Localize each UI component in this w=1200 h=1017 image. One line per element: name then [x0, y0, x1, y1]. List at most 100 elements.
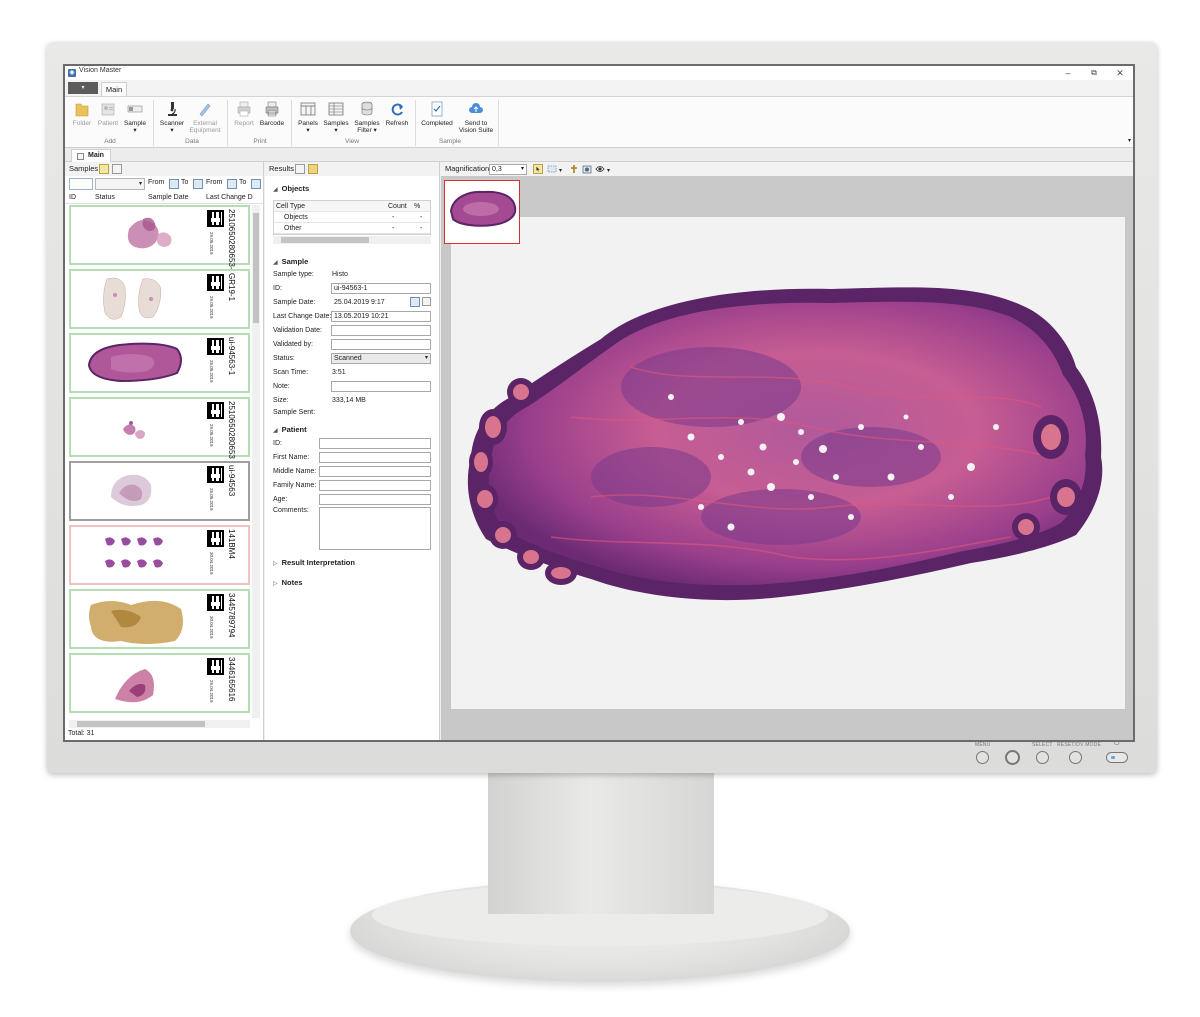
date-picker-icon[interactable] — [422, 297, 431, 306]
calendar-icon[interactable] — [227, 179, 237, 189]
last-change-field[interactable]: 13.05.2019 10:21 — [331, 311, 431, 322]
patient-section-header[interactable]: ◢ Patient — [273, 425, 307, 434]
region-select-icon[interactable] — [547, 164, 557, 174]
column-status[interactable]: Status — [95, 192, 115, 203]
refresh-button[interactable]: Refresh — [383, 100, 411, 127]
magnification-select[interactable]: 0,3 ▾ — [489, 164, 527, 175]
external-equipment-icon — [199, 103, 211, 117]
note-field[interactable] — [331, 381, 431, 392]
power-button[interactable] — [1106, 752, 1128, 763]
monitor-button-select[interactable] — [1036, 751, 1049, 764]
annotation-tool-icon[interactable] — [569, 164, 579, 174]
result-interpretation-section-header[interactable]: ▷ Result Interpretation — [273, 558, 355, 567]
sample-list-item-selected[interactable]: ui-94563 25.05.2019 — [69, 461, 250, 521]
sample-date-field[interactable]: 25.04.2019 9:17 — [331, 297, 407, 308]
printer-icon — [237, 101, 251, 117]
sample-list-item[interactable]: 3446165616 26.04.2019 — [69, 653, 250, 713]
family-name-field[interactable] — [319, 480, 431, 491]
completed-button[interactable]: Completed — [419, 100, 455, 127]
monitor-button-1[interactable] — [976, 751, 989, 764]
patient-button[interactable]: Patient — [95, 100, 121, 127]
samples-filter-button[interactable]: Samples Filter ▾ — [352, 100, 382, 134]
middle-name-field[interactable] — [319, 466, 431, 477]
samples-vertical-scrollbar[interactable] — [252, 205, 260, 718]
slide-thumbnail — [115, 669, 154, 703]
age-field[interactable] — [319, 494, 431, 505]
slide-canvas[interactable] — [451, 217, 1125, 709]
column-sample-date[interactable]: Sample Date — [148, 192, 188, 203]
panels-button[interactable]: Panels ▾ — [295, 100, 321, 134]
status-select[interactable]: Scanned ▾ — [331, 353, 431, 364]
samples-button[interactable]: Samples ▾ — [322, 100, 350, 134]
note-label: Note: — [273, 383, 290, 390]
qr-code — [207, 594, 224, 611]
restore-button[interactable]: ⧉ — [1081, 66, 1107, 80]
column-count[interactable]: Count — [388, 201, 407, 212]
calendar-icon[interactable] — [410, 297, 420, 307]
scrollbar-thumb[interactable] — [77, 721, 205, 727]
calendar-icon[interactable] — [251, 179, 261, 189]
pointer-tool-icon[interactable] — [533, 164, 543, 174]
filter-clear-icon[interactable] — [112, 164, 122, 174]
notes-section-header[interactable]: ▷ Notes — [273, 578, 302, 587]
change-date-from-label: From — [206, 179, 223, 186]
scrollbar-thumb[interactable] — [281, 237, 369, 243]
sample-list-item[interactable]: GR19-1 29.05.2019 — [69, 269, 250, 329]
sample-id-field[interactable]: ui-94563-1 — [331, 283, 431, 294]
sample-id: ui-94563 — [227, 465, 236, 497]
scrollbar-thumb[interactable] — [253, 213, 259, 323]
calendar-icon[interactable] — [193, 179, 203, 189]
sample-list-item[interactable]: ui-94563-1 25.05.2019 — [69, 333, 250, 393]
column-percent[interactable]: % — [414, 201, 420, 212]
sample-section-header[interactable]: ◢ Sample — [273, 257, 308, 266]
monitor-button-reset[interactable] — [1069, 751, 1082, 764]
eye-view-icon[interactable] — [595, 164, 605, 174]
filter-icon[interactable] — [99, 164, 109, 174]
file-menu-tab[interactable]: ▾ — [68, 82, 98, 94]
minimize-button[interactable]: – — [1055, 66, 1081, 80]
send-to-vision-suite-button[interactable]: Send to Vision Suite — [457, 100, 495, 134]
folder-button[interactable]: Folder — [71, 100, 93, 127]
sample-date: 25.05.2019 — [209, 360, 214, 383]
validation-date-field[interactable] — [331, 325, 431, 336]
objects-horizontal-scrollbar[interactable] — [273, 236, 431, 244]
sample-list-item[interactable]: 3445789794 30.04.2019 — [69, 589, 250, 649]
calendar-icon[interactable] — [169, 179, 179, 189]
table-row[interactable]: Objects - - — [274, 212, 430, 223]
comments-field[interactable] — [319, 507, 431, 550]
ribbon-tab-main[interactable]: Main — [101, 82, 127, 96]
scanner-button[interactable]: Scanner ▾ — [158, 100, 186, 134]
id-filter-input[interactable] — [69, 178, 93, 190]
samples-horizontal-scrollbar[interactable] — [69, 720, 250, 728]
image-view-icon[interactable] — [308, 164, 318, 174]
table-row[interactable]: Other - - — [274, 223, 430, 234]
sample-list-item[interactable]: 2510650280653 29.05.2019 — [69, 397, 250, 459]
cell-percent: - — [420, 225, 423, 232]
overview-tissue-image — [449, 190, 517, 227]
ribbon-collapse-icon[interactable]: ▾ — [1128, 137, 1131, 144]
column-last-change-date[interactable]: Last Change D — [206, 192, 253, 203]
sample-button[interactable]: Sample ▾ — [122, 100, 148, 134]
app-logo-icon: ◉ — [68, 69, 76, 77]
column-id[interactable]: ID — [69, 192, 76, 203]
close-button[interactable]: ✕ — [1107, 66, 1133, 80]
slide-thumbnail — [105, 537, 163, 568]
patient-id-field[interactable] — [319, 438, 431, 449]
snapshot-icon[interactable] — [582, 164, 592, 174]
status-filter-select[interactable]: ▾ — [95, 178, 145, 190]
report-button[interactable]: Report — [231, 100, 257, 127]
column-cell-type[interactable]: Cell Type — [276, 201, 305, 212]
validated-by-field[interactable] — [331, 339, 431, 350]
barcode-button[interactable]: Barcode — [258, 100, 286, 127]
objects-section-header[interactable]: ◢ Objects — [273, 184, 309, 193]
sample-list-item[interactable]: 141BM4 30.04.2019 — [69, 525, 250, 585]
sample-list-item[interactable]: 2510650280653- 29.05.2019 — [69, 205, 250, 270]
group-sample-label: Sample — [438, 138, 462, 145]
first-name-field[interactable] — [319, 452, 431, 463]
report-view-icon[interactable] — [295, 164, 305, 174]
doc-tab-main[interactable]: Main — [71, 149, 111, 162]
status-label: Status: — [273, 355, 295, 362]
external-equipment-button[interactable]: External Equipment — [187, 100, 223, 134]
overview-thumbnail[interactable] — [444, 180, 520, 244]
monitor-button-2[interactable] — [1005, 750, 1020, 765]
